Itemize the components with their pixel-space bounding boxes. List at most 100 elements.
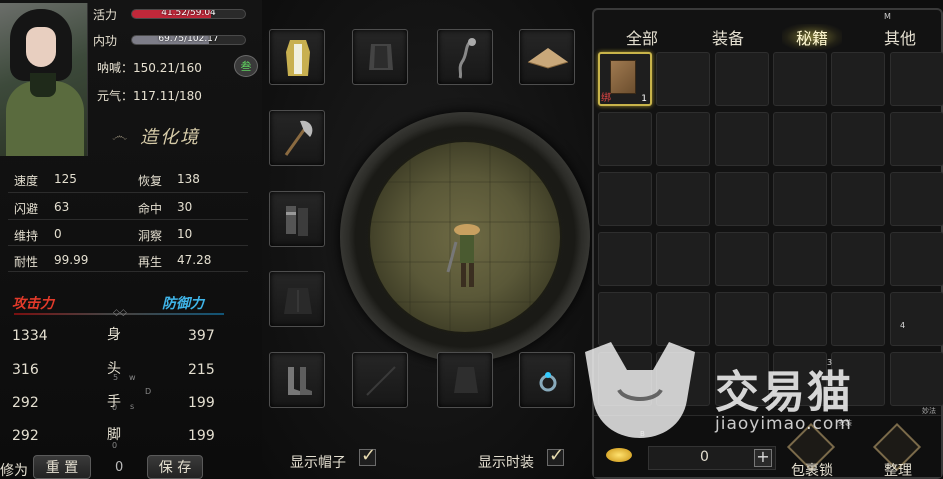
- boots-slot[interactable]: [269, 352, 325, 408]
- inventory-slot[interactable]: [890, 112, 943, 166]
- inventory-slot[interactable]: [890, 352, 943, 406]
- bracer-icon: [286, 206, 308, 236]
- inventory-slot[interactable]: [715, 52, 769, 106]
- stat-label: 闪避: [14, 202, 39, 216]
- attack-value: 292: [12, 428, 39, 444]
- bound-tag: 绑: [601, 93, 611, 104]
- inventory-slot[interactable]: [715, 292, 769, 346]
- hat-slot[interactable]: [519, 29, 575, 85]
- inventory-slot[interactable]: [890, 232, 943, 286]
- inventory-slot[interactable]: [773, 352, 827, 406]
- realm-title: 造化境: [140, 127, 200, 148]
- character-portrait: [0, 3, 88, 156]
- inventory-slot[interactable]: [831, 112, 885, 166]
- inventory-slot[interactable]: [598, 172, 652, 226]
- inventory-slot[interactable]: [773, 52, 827, 106]
- inventory-slot[interactable]: [831, 172, 885, 226]
- vitality-bar: 41.52/59.04: [131, 9, 246, 19]
- defense-value: 199: [188, 428, 215, 444]
- tiny-mark: 妙法: [922, 407, 936, 415]
- inventory-slot[interactable]: [831, 52, 885, 106]
- realm-badge-icon[interactable]: 叁: [234, 55, 258, 77]
- inventory-slot[interactable]: [656, 232, 710, 286]
- inventory-slot[interactable]: [656, 172, 710, 226]
- boots-icon: [288, 367, 312, 395]
- inventory-slot[interactable]: [831, 292, 885, 346]
- attack-value: 316: [12, 362, 39, 378]
- stat-value: 138: [177, 172, 200, 186]
- inventory-slot[interactable]: [598, 232, 652, 286]
- tab-marker: M: [884, 12, 891, 21]
- inventory-slot[interactable]: [773, 172, 827, 226]
- necklace-slot[interactable]: [437, 29, 493, 85]
- inventory-slot[interactable]: [715, 232, 769, 286]
- inventory-slot[interactable]: [656, 112, 710, 166]
- stat-label: 命中: [138, 202, 163, 216]
- necklace-icon: [458, 38, 476, 79]
- weapon-slot[interactable]: [269, 110, 325, 166]
- inventory-footer: B 安装 妙法 0 + 包裹锁 整理: [594, 407, 941, 479]
- show-hat-checkbox[interactable]: [359, 445, 376, 466]
- inventory-slot[interactable]: [715, 112, 769, 166]
- inventory-slot[interactable]: [890, 172, 943, 226]
- stat-value: 63: [54, 200, 70, 214]
- inventory-slot[interactable]: [715, 172, 769, 226]
- inventory-slot[interactable]: [656, 52, 710, 106]
- inventory-slot[interactable]: [598, 292, 652, 346]
- mini-mark: 5: [113, 373, 119, 382]
- tab-all[interactable]: 全部: [612, 24, 672, 50]
- inventory-slot[interactable]: [890, 52, 943, 106]
- reset-button[interactable]: 重 置: [33, 455, 91, 479]
- attack-value: 1334: [12, 328, 48, 344]
- stat-value: 0: [54, 227, 62, 241]
- sort-button[interactable]: 整理: [866, 422, 930, 479]
- tab-equipment[interactable]: 装备: [698, 24, 758, 50]
- essence-value: 元气：117.11/180: [97, 89, 202, 103]
- inventory-slot[interactable]: [831, 352, 885, 406]
- stat-label: 耐性: [14, 255, 39, 269]
- show-hat-label: 显示帽子: [290, 455, 346, 471]
- stat-value: 30: [177, 200, 193, 214]
- stat-divider: [8, 192, 248, 193]
- internal-label: 内功: [93, 33, 118, 48]
- show-fashion-checkbox[interactable]: [547, 445, 564, 466]
- inventory-slot[interactable]: [773, 292, 827, 346]
- tab-manuals[interactable]: 秘籍: [782, 24, 842, 50]
- inventory-slot[interactable]: [773, 232, 827, 286]
- manual-book-icon: [610, 60, 636, 94]
- vitality-row: 活力 41.52/59.04: [93, 5, 246, 23]
- cultivation-value: 0: [115, 460, 124, 475]
- sort-label: 整理: [884, 463, 912, 479]
- inventory-slot[interactable]: [598, 112, 652, 166]
- stat-value: 125: [54, 172, 77, 186]
- robe-slot[interactable]: [269, 29, 325, 85]
- inventory-slot[interactable]: [598, 352, 652, 406]
- cultivation-label: 修为: [0, 463, 28, 479]
- tab-others[interactable]: 其他: [870, 24, 930, 50]
- inventory-slot[interactable]: [715, 352, 769, 406]
- fashion-slot[interactable]: [437, 352, 493, 408]
- pants-slot[interactable]: [269, 271, 325, 327]
- character-figure-icon: [370, 142, 560, 332]
- inventory-slot[interactable]: [656, 292, 710, 346]
- hidden-weapon-slot[interactable]: [352, 352, 408, 408]
- shout-value: 呐喊：150.21/160: [97, 61, 202, 75]
- inventory-slot[interactable]: [831, 232, 885, 286]
- stat-label: 速度: [14, 174, 39, 188]
- inventory-slot[interactable]: [656, 352, 710, 406]
- save-button[interactable]: 保 存: [147, 455, 203, 479]
- stat-divider: [8, 271, 248, 272]
- bracer-slot[interactable]: [269, 191, 325, 247]
- inventory-slot[interactable]: [773, 112, 827, 166]
- inventory-slot-selected[interactable]: 绑1: [598, 52, 652, 106]
- stat-label: 洞察: [138, 229, 163, 243]
- axe-icon: [284, 120, 313, 156]
- bag-lock-button[interactable]: 包裹锁: [780, 422, 844, 479]
- armor-slot[interactable]: [352, 29, 408, 85]
- attack-value: 292: [12, 395, 39, 411]
- body-part-label: 身: [107, 327, 121, 343]
- add-money-button[interactable]: +: [754, 449, 772, 467]
- inventory-slot[interactable]: [890, 292, 943, 346]
- ring-slot[interactable]: [519, 352, 575, 408]
- character-preview[interactable]: [368, 140, 562, 334]
